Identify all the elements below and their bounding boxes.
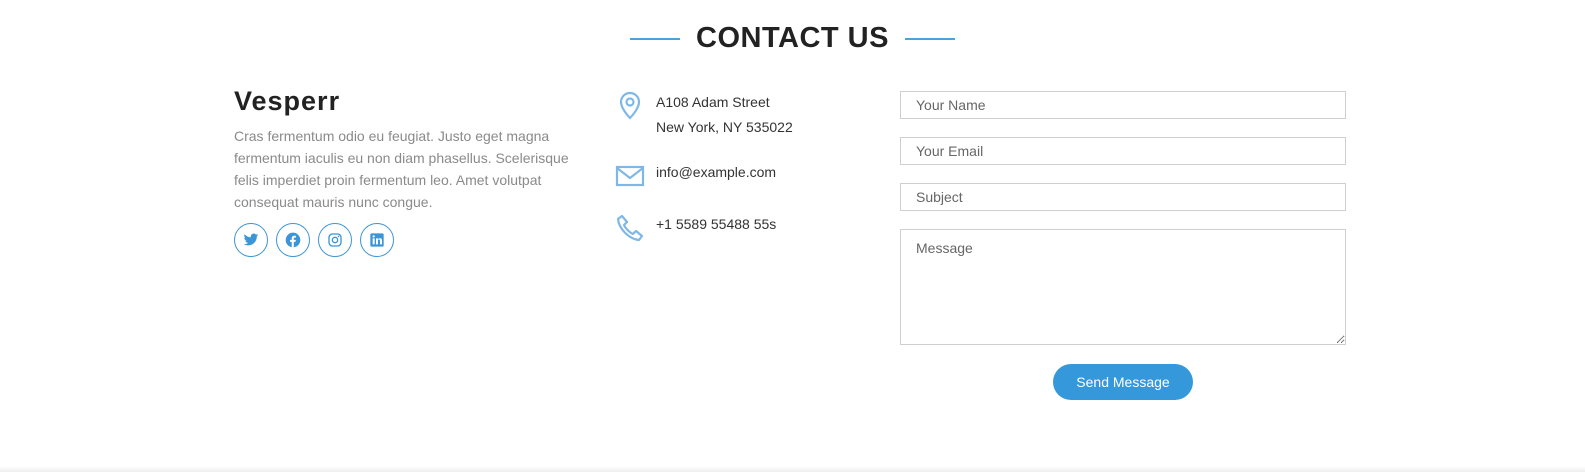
address-line-2: New York, NY 535022 <box>656 119 793 135</box>
submit-wrapper: Send Message <box>900 364 1346 400</box>
contact-info: A108 Adam Street New York, NY 535022 inf… <box>614 90 864 264</box>
brand-description: Cras fermentum odio eu feugiat. Justo eg… <box>234 128 569 210</box>
phone-row: +1 5589 55488 55s <box>614 212 864 244</box>
email-input[interactable] <box>900 137 1346 165</box>
section-bottom-shadow <box>0 466 1585 472</box>
phone-text[interactable]: +1 5589 55488 55s <box>656 212 776 237</box>
brand-name: Vesperr <box>234 86 341 116</box>
twitter-icon <box>243 233 259 246</box>
facebook-link[interactable] <box>276 223 310 257</box>
about-block: Vesperr Cras fermentum odio eu feugiat. … <box>234 86 579 257</box>
name-input[interactable] <box>900 91 1346 119</box>
section-header: CONTACT US <box>0 22 1585 55</box>
contact-form: Send Message <box>900 91 1346 400</box>
address-line-1: A108 Adam Street <box>656 94 770 110</box>
subject-input[interactable] <box>900 183 1346 211</box>
title-right-line <box>904 37 955 40</box>
email-text[interactable]: info@example.com <box>656 160 776 185</box>
twitter-link[interactable] <box>234 223 268 257</box>
linkedin-icon <box>370 233 384 247</box>
send-message-button[interactable]: Send Message <box>1053 364 1193 400</box>
envelope-icon <box>615 165 645 187</box>
linkedin-link[interactable] <box>360 223 394 257</box>
social-links <box>234 223 579 257</box>
phone-icon <box>616 214 644 242</box>
message-textarea[interactable] <box>900 229 1346 345</box>
instagram-icon <box>328 233 342 247</box>
email-row: info@example.com <box>614 160 864 192</box>
address-row: A108 Adam Street New York, NY 535022 <box>614 90 864 140</box>
instagram-link[interactable] <box>318 223 352 257</box>
page-title: CONTACT US <box>696 22 889 54</box>
title-left-line <box>630 37 681 40</box>
location-pin-icon <box>619 91 641 120</box>
address-text: A108 Adam Street New York, NY 535022 <box>656 90 793 140</box>
facebook-icon <box>285 232 301 248</box>
